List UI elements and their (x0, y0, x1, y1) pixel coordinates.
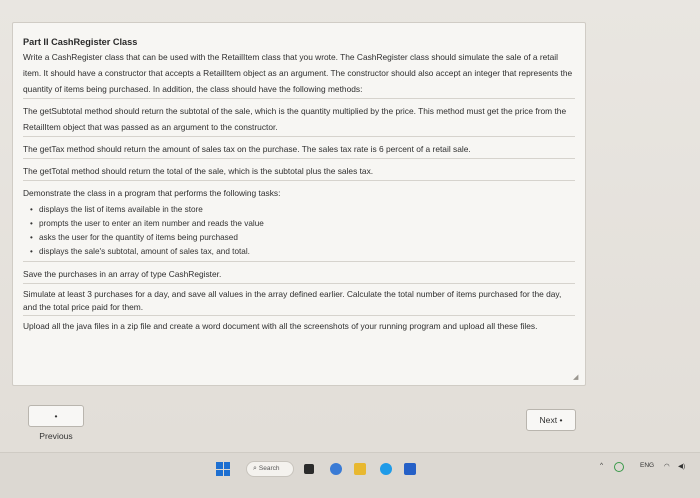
windows-taskbar: ⌕ Search ^ ENG ◠ ◀) (0, 452, 700, 498)
divider (23, 283, 575, 284)
simulate-paragraph: Simulate at least 3 purchases for a day,… (23, 289, 562, 312)
demonstrate-paragraph: Demonstrate the class in a program that … (23, 188, 281, 198)
previous-button[interactable]: • Previous (28, 405, 84, 441)
video-call-icon[interactable] (330, 463, 342, 475)
wifi-icon[interactable]: ◠ (664, 462, 670, 470)
next-button[interactable]: Next • (526, 409, 576, 431)
list-item: • displays the sale's subtotal, amount of… (30, 247, 250, 256)
language-indicator[interactable]: ENG (640, 462, 654, 469)
intro-paragraph: Write a CashRegister class that can be u… (23, 52, 573, 94)
file-explorer-icon[interactable] (304, 464, 314, 474)
task-list: • displays the list of items available in… (23, 203, 575, 259)
store-icon[interactable] (404, 463, 416, 475)
assignment-page: Part II CashRegister Class Write a CashR… (0, 0, 700, 452)
question-content: Part II CashRegister Class Write a CashR… (23, 35, 575, 333)
save-paragraph: Save the purchases in an array of type C… (23, 269, 222, 279)
list-item: • displays the list of items available in… (30, 205, 203, 214)
taskbar-search[interactable]: ⌕ Search (246, 461, 294, 477)
divider (23, 261, 575, 262)
volume-icon[interactable]: ◀) (678, 462, 685, 470)
getsubtotal-paragraph: The getSubtotal method should return the… (23, 106, 567, 132)
gettax-paragraph: The getTax method should return the amou… (23, 144, 471, 154)
search-label: Search (258, 465, 280, 472)
divider (23, 315, 575, 316)
search-icon: ⌕ (253, 465, 257, 472)
divider (23, 158, 575, 159)
resize-handle-icon[interactable]: ◢ (573, 374, 581, 382)
windows-start-icon[interactable] (216, 462, 230, 476)
divider (23, 180, 575, 181)
edge-icon[interactable] (380, 463, 392, 475)
question-text-box[interactable]: Part II CashRegister Class Write a CashR… (12, 22, 586, 386)
list-item: • asks the user for the quantity of items… (30, 233, 238, 242)
chat-icon[interactable] (614, 462, 624, 472)
divider (23, 136, 575, 137)
folder-icon[interactable] (354, 463, 366, 475)
gettotal-paragraph: The getTotal method should return the to… (23, 166, 374, 176)
chevron-up-icon[interactable]: ^ (600, 462, 603, 469)
question-title: Part II CashRegister Class (23, 37, 138, 47)
divider (23, 98, 575, 99)
list-item: • prompts the user to enter an item numbe… (30, 219, 264, 228)
upload-paragraph: Upload all the java files in a zip file … (23, 321, 538, 331)
